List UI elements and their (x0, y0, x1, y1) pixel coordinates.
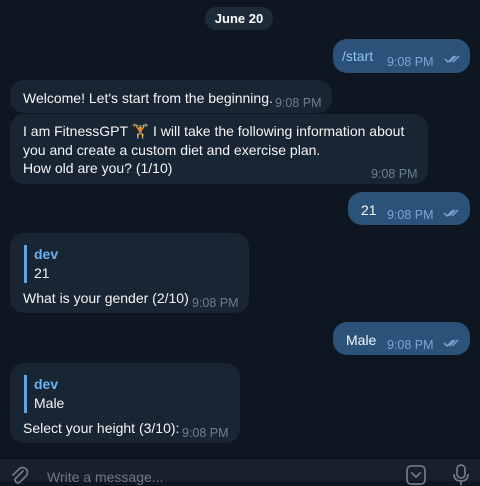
reply-author: dev (34, 246, 59, 262)
reply-quote[interactable]: dev 21 (24, 245, 58, 283)
message-composer: Write a message... (0, 458, 480, 485)
reply-text: 21 (34, 265, 50, 281)
reply-text: Male (34, 395, 65, 411)
message-line: How old are you? (1/10) (23, 160, 173, 176)
attach-icon[interactable] (9, 465, 29, 485)
emoji-icon[interactable] (405, 464, 427, 486)
message-text: 21 (361, 202, 377, 218)
message-time: 9:08 PM (387, 208, 434, 222)
date-separator: June 20 (205, 7, 273, 30)
message-time: 9:08 PM (192, 296, 239, 310)
double-check-icon (443, 339, 459, 347)
incoming-message[interactable]: Welcome! Let's start from the beginning.… (10, 80, 332, 113)
incoming-message[interactable]: I am FitnessGPT 🏋 I will take the follow… (10, 114, 428, 184)
message-line: I am FitnessGPT 🏋 I will take the follow… (23, 123, 405, 139)
incoming-message[interactable]: dev 21 What is your gender (2/10) 9:08 P… (10, 233, 249, 313)
message-line: you and create a custom diet and exercis… (23, 142, 321, 158)
message-time: 9:08 PM (371, 167, 418, 181)
message-time: 9:08 PM (275, 96, 322, 110)
outgoing-message[interactable]: Male 9:08 PM (333, 322, 470, 355)
reply-quote[interactable]: dev Male (24, 375, 64, 413)
microphone-icon[interactable] (453, 464, 469, 486)
incoming-message[interactable]: dev Male Select your height (3/10): 9:08… (10, 363, 240, 443)
message-text: Select your height (3/10): (23, 420, 180, 436)
message-text: Male (346, 332, 377, 348)
double-check-icon (444, 55, 460, 63)
message-text: What is your gender (2/10) (23, 290, 189, 306)
date-label: June 20 (214, 11, 264, 26)
outgoing-message[interactable]: /start 9:08 PM (333, 39, 470, 73)
reply-author: dev (34, 376, 59, 392)
message-time: 9:08 PM (387, 338, 434, 352)
outgoing-message[interactable]: 21 9:08 PM (348, 192, 470, 225)
double-check-icon (443, 209, 459, 217)
message-input[interactable]: Write a message... (47, 469, 163, 485)
message-time: 9:08 PM (387, 55, 434, 69)
message-text: Welcome! Let's start from the beginning. (23, 90, 273, 106)
message-time: 9:08 PM (182, 426, 229, 440)
message-text: /start (342, 48, 374, 64)
